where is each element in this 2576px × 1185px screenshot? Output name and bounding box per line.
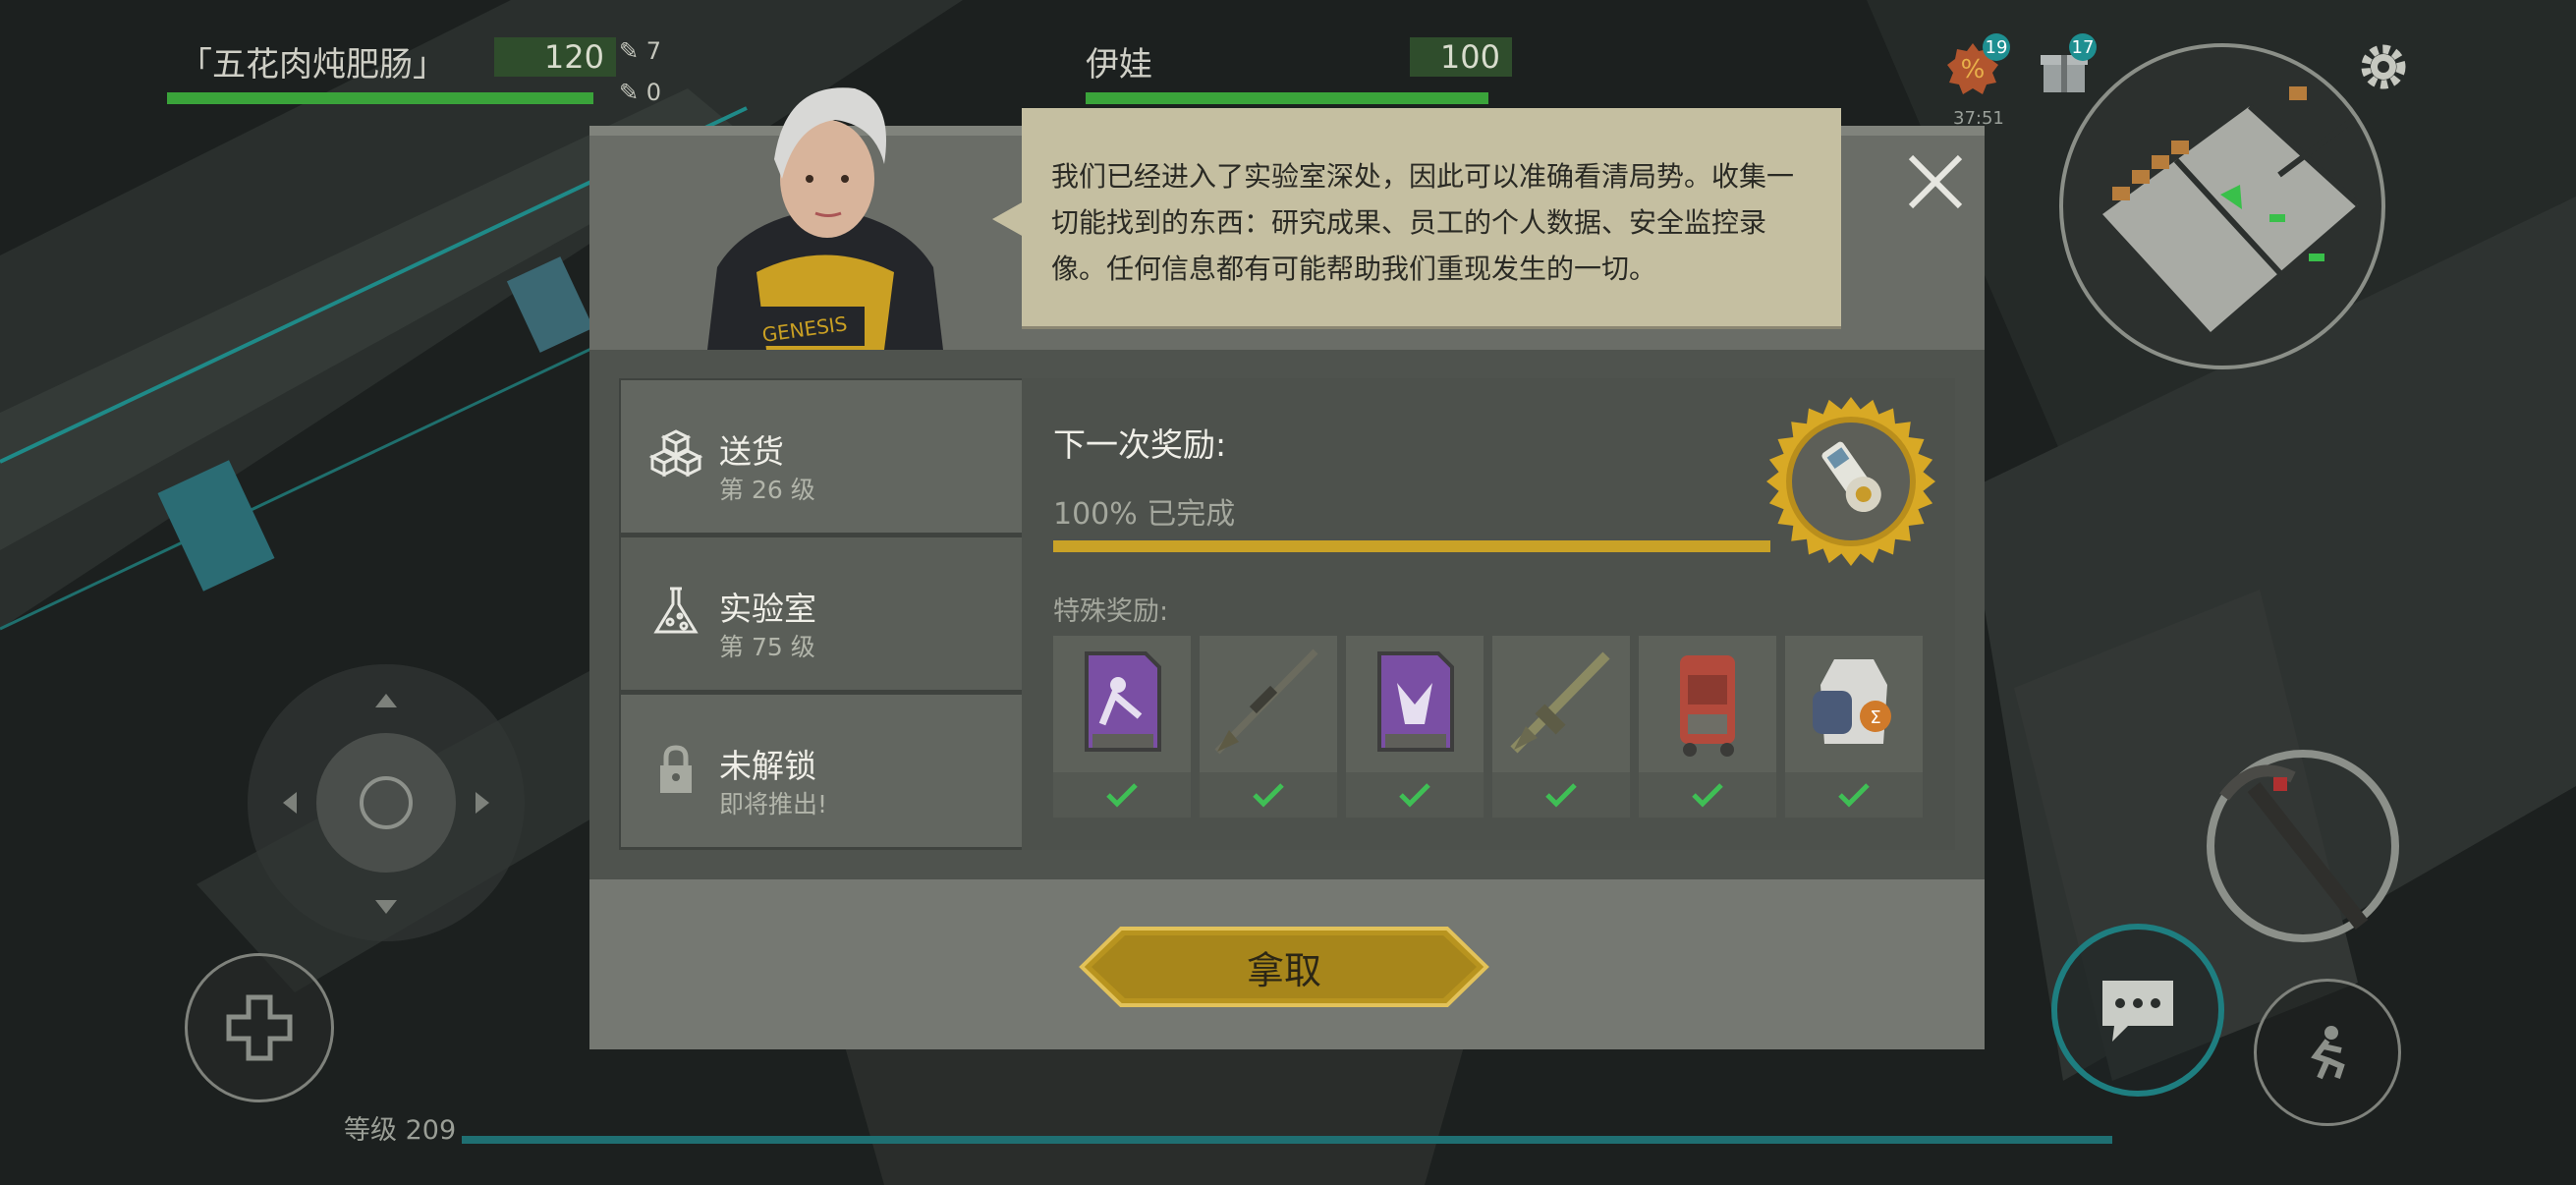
take-button[interactable]: 拿取 (1078, 926, 1490, 1008)
checkmark-icon (1838, 783, 1870, 808)
close-icon (1908, 154, 1963, 209)
tab-laboratory-title: 实验室 (719, 590, 816, 628)
svg-text:%: % (1961, 55, 1986, 85)
arrow-up-icon (375, 694, 397, 707)
speech-bubble: 我们已经进入了实验室深处，因此可以准确看清局势。收集一切能找到的东西：研究成果、… (1022, 108, 1841, 326)
gift-count-badge: 17 (2069, 33, 2097, 61)
next-reward-badge[interactable] (1764, 395, 1937, 568)
assault-rifle-icon (1510, 651, 1610, 754)
tab-locked-subtitle: 即将推出! (719, 790, 828, 818)
medkit-cross-icon (226, 994, 293, 1061)
reward-card-1[interactable] (1053, 636, 1191, 818)
discount-count-badge: 19 (1983, 33, 2010, 61)
progress-track (1053, 540, 1770, 552)
arrow-left-icon (283, 792, 297, 814)
chat-bubble-icon (2102, 981, 2173, 1042)
boxes-icon (648, 429, 703, 478)
player1-hp-value: 120 (494, 37, 616, 77)
arrow-down-icon (375, 900, 397, 914)
crouch-figure-icon (2311, 1026, 2345, 1080)
sniper-rifle-icon (1214, 649, 1318, 755)
character-portrait: GENESIS (688, 71, 963, 350)
player2-hp-bar (1086, 92, 1488, 104)
player1-stat-b: ✎ 0 (619, 79, 661, 106)
heal-button[interactable] (185, 953, 334, 1102)
svg-text:Σ: Σ (1870, 707, 1880, 728)
gear-icon (2361, 44, 2406, 89)
stat-a-value: 7 (645, 37, 662, 65)
reward-claimed-1 (1053, 772, 1191, 818)
progress-fill (1053, 540, 1770, 552)
stat-b-value: 0 (645, 79, 662, 106)
arrow-right-icon (476, 792, 489, 814)
checkmark-icon (1106, 783, 1138, 808)
next-reward-label: 下一次奖励: (1053, 425, 1227, 464)
player2-name: 伊娃 (1086, 45, 1152, 85)
document-icon: ✎ (619, 37, 646, 65)
attack-button[interactable] (2207, 750, 2399, 942)
reward-claimed-6 (1785, 772, 1923, 818)
lock-icon (660, 745, 692, 793)
joystick-center-icon (360, 776, 413, 829)
reward-card-2[interactable] (1200, 636, 1337, 818)
tab-delivery[interactable]: 送货 第 26 级 (621, 380, 1022, 533)
crouch-button[interactable] (2254, 979, 2401, 1126)
player1-name: 「五花肉炖肥肠」 (179, 45, 446, 85)
reward-claimed-5 (1639, 772, 1776, 818)
close-button[interactable] (1901, 147, 1970, 216)
special-rewards-label: 特殊奖励: (1053, 596, 1169, 627)
settings-button[interactable] (2356, 39, 2411, 94)
vest-icon: Σ (1813, 659, 1891, 744)
checkmark-icon (1692, 783, 1723, 808)
backpack-icon (1680, 655, 1735, 757)
xp-bar (462, 1136, 2112, 1144)
minimap-rooms-icon (2102, 86, 2361, 332)
eva-portrait-icon: GENESIS (707, 87, 943, 350)
note-icon: ✎ (619, 79, 646, 106)
tab-laboratory-level: 第 75 级 (719, 633, 815, 661)
speech-bubble-tail (992, 201, 1024, 237)
tab-delivery-level: 第 26 级 (719, 476, 815, 504)
checkmark-icon (1253, 783, 1284, 808)
movement-joystick[interactable] (248, 664, 525, 941)
reward-claimed-3 (1346, 772, 1484, 818)
checkmark-icon (1399, 783, 1430, 808)
tab-locked-title: 未解锁 (719, 747, 816, 785)
progress-text: 100% 已完成 (1053, 497, 1236, 532)
player1-stat-a: ✎ 7 (619, 37, 661, 65)
take-button-label: 拿取 (1246, 948, 1321, 992)
reward-card-3[interactable] (1346, 636, 1484, 818)
reward-claimed-4 (1492, 772, 1630, 818)
player1-hp-bar (167, 92, 593, 104)
player-level: 等级 209 (344, 1115, 457, 1146)
chat-button[interactable] (2051, 924, 2224, 1097)
skill-card-icon (1377, 651, 1454, 752)
tab-locked[interactable]: 未解锁 即将推出! (621, 695, 1022, 847)
reward-claimed-2 (1200, 772, 1337, 818)
skill-card-icon (1085, 651, 1161, 752)
reward-card-5[interactable] (1639, 636, 1776, 818)
key-card-reward-icon (1766, 397, 1935, 566)
minimap[interactable] (2059, 43, 2385, 369)
pickaxe-icon (2219, 764, 2369, 930)
joystick-knob (316, 733, 456, 873)
flask-icon (653, 587, 699, 634)
reward-card-6[interactable]: Σ (1785, 636, 1923, 818)
tab-delivery-title: 送货 (719, 432, 784, 471)
tab-laboratory[interactable]: 实验室 第 75 级 (621, 537, 1022, 690)
checkmark-icon (1545, 783, 1577, 808)
player2-hp-value: 100 (1410, 37, 1512, 77)
reward-card-4[interactable] (1492, 636, 1630, 818)
